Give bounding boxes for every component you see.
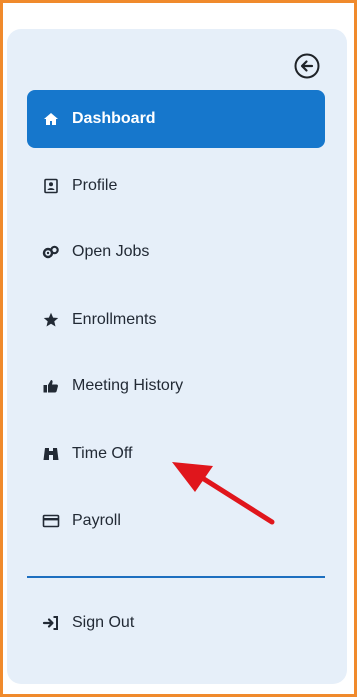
thumbs-up-icon xyxy=(42,377,60,395)
sign-out-button[interactable]: Sign Out xyxy=(27,594,325,652)
sidebar-item-label: Open Jobs xyxy=(72,243,150,260)
sidebar-item-label: Enrollments xyxy=(72,311,157,328)
sidebar-item-label: Meeting History xyxy=(72,377,184,394)
sidebar-item-time-off[interactable]: Time Off xyxy=(27,425,325,483)
sidebar-item-dashboard[interactable]: Dashboard xyxy=(27,90,325,148)
sidebar-item-payroll[interactable]: Payroll xyxy=(27,492,325,550)
sidebar-item-label: Dashboard xyxy=(72,110,156,127)
sidebar-divider xyxy=(27,576,325,578)
binoculars-icon xyxy=(42,445,60,463)
credit-card-icon xyxy=(42,512,60,530)
sidebar-item-label: Profile xyxy=(72,177,118,194)
sign-out-label: Sign Out xyxy=(72,614,135,631)
sidebar-item-open-jobs[interactable]: Open Jobs xyxy=(27,223,325,281)
arrow-left-circle-icon xyxy=(292,53,322,85)
gears-icon xyxy=(42,243,60,261)
collapse-sidebar-button[interactable] xyxy=(292,51,322,81)
sidebar-item-label: Payroll xyxy=(72,512,121,529)
sidebar-item-meeting-history[interactable]: Meeting History xyxy=(27,357,325,415)
id-badge-icon xyxy=(42,177,60,195)
sidebar-item-label: Time Off xyxy=(72,445,133,462)
home-icon xyxy=(42,110,60,128)
sign-in-icon xyxy=(42,614,60,632)
star-icon xyxy=(42,311,60,329)
sidebar-item-enrollments[interactable]: Enrollments xyxy=(27,291,325,349)
sidebar-item-profile[interactable]: Profile xyxy=(27,157,325,215)
